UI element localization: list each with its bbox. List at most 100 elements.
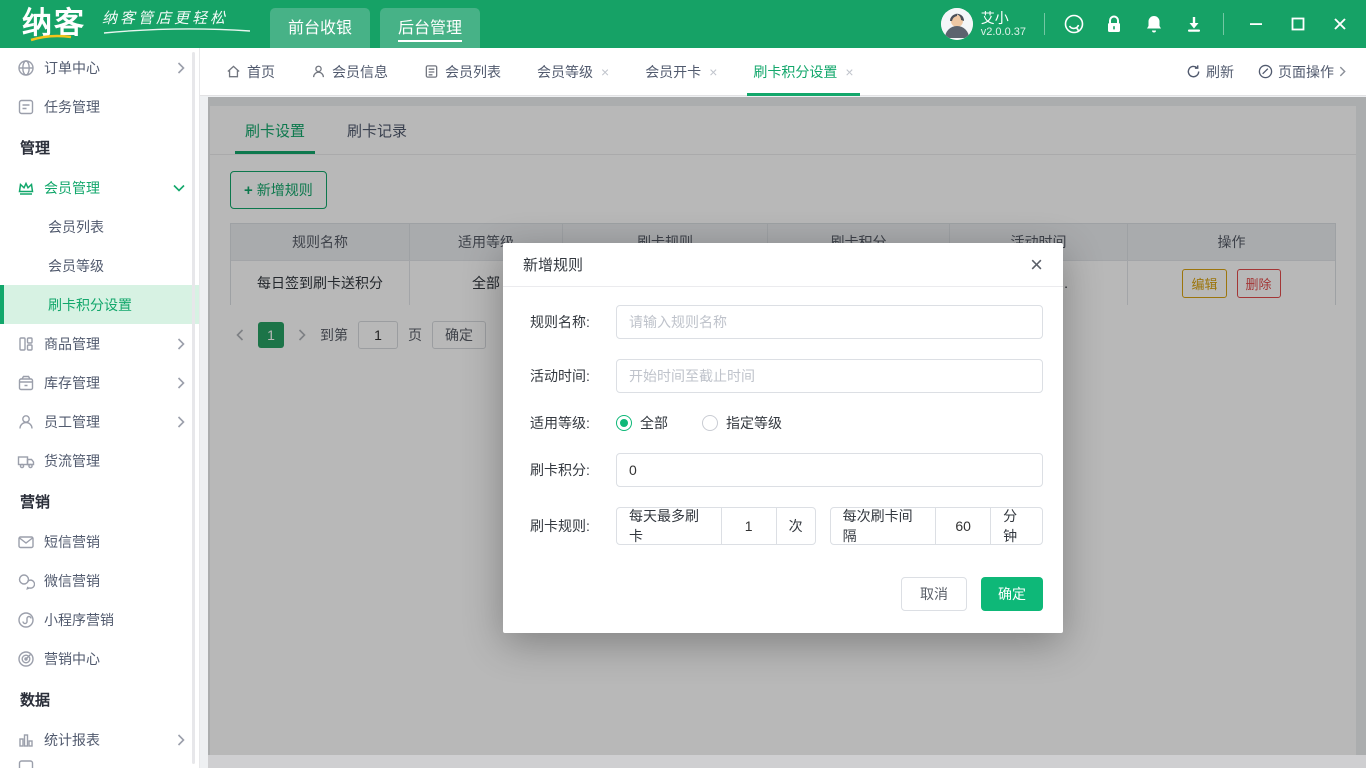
sidebar-section-manage: 管理: [0, 126, 199, 168]
radio-option-specified[interactable]: 指定等级: [702, 413, 782, 433]
rule-name-label: 规则名称:: [530, 312, 608, 332]
divider: [1223, 13, 1224, 35]
nav-backend-manage[interactable]: 后台管理: [380, 8, 480, 48]
tab-member-list[interactable]: 会员列表: [424, 48, 501, 96]
chevron-right-icon: [177, 338, 185, 350]
user-info: 艾小 v2.0.0.37: [981, 10, 1026, 38]
sidebar-item-logistics-manage[interactable]: 货流管理: [0, 441, 199, 480]
confirm-button[interactable]: 确定: [981, 577, 1043, 611]
page-operations-action[interactable]: 页面操作: [1258, 62, 1346, 82]
daily-max-unit: 次: [777, 508, 815, 544]
maximize-icon[interactable]: [1290, 16, 1306, 32]
brand-tagline: 纳客管店更轻松: [102, 7, 252, 35]
radio-selected-icon[interactable]: [616, 415, 632, 431]
daily-max-input[interactable]: [721, 508, 777, 544]
sidebar-item-sms-marketing[interactable]: 短信营销: [0, 522, 199, 561]
download-icon[interactable]: [1183, 13, 1205, 35]
modal-close-icon[interactable]: ×: [1030, 254, 1043, 276]
inventory-icon: [17, 374, 35, 392]
swipe-points-input[interactable]: [616, 453, 1043, 487]
tab-member-level[interactable]: 会员等级 ×: [537, 48, 609, 96]
close-tab-icon[interactable]: ×: [601, 64, 609, 80]
sidebar-item-goods-manage[interactable]: 商品管理: [0, 324, 199, 363]
bell-icon[interactable]: [1143, 13, 1165, 35]
close-icon[interactable]: [1332, 16, 1348, 32]
wechat-icon: [17, 572, 35, 590]
tab-member-info[interactable]: 会员信息: [311, 48, 388, 96]
tab-card-points-setting[interactable]: 刷卡积分设置 ×: [753, 48, 853, 96]
user-name: 艾小: [981, 10, 1026, 26]
modal-header: 新增规则 ×: [503, 243, 1063, 287]
radio-unselected-icon[interactable]: [702, 415, 718, 431]
field-swipe-rule: 刷卡规则: 每天最多刷卡 次 每次刷卡间隔 分钟: [530, 507, 1043, 545]
goods-icon: [17, 335, 35, 353]
refresh-icon: [1186, 64, 1201, 79]
close-tab-icon[interactable]: ×: [709, 64, 717, 80]
window-controls: [1248, 16, 1348, 32]
tabbar-actions: 刷新 页面操作: [1186, 62, 1346, 82]
sidebar-item-member-manage[interactable]: 会员管理: [0, 168, 199, 207]
sidebar: 订单中心 任务管理 管理 会员管理 会员列表 会员等级 刷卡积分设置 商品管理 …: [0, 48, 200, 768]
sidebar-section-marketing: 营销: [0, 480, 199, 522]
cancel-button[interactable]: 取消: [901, 577, 967, 611]
tagline-swoosh-icon: [102, 28, 252, 35]
sidebar-item-partial[interactable]: [0, 759, 199, 768]
sidebar-subitem-member-list[interactable]: 会员列表: [0, 207, 199, 246]
app-header: 纳客 纳客管店更轻松 前台收银 后台管理 艾小 v2.0.0.37: [0, 0, 1366, 48]
user-block[interactable]: 艾小 v2.0.0.37: [941, 8, 1026, 40]
radio-option-all[interactable]: 全部: [616, 413, 668, 433]
sidebar-item-marketing-center[interactable]: 营销中心: [0, 639, 199, 678]
field-active-time: 活动时间:: [530, 359, 1043, 393]
app-version: v2.0.0.37: [981, 26, 1026, 38]
sidebar-subitem-member-level[interactable]: 会员等级: [0, 246, 199, 285]
interval-unit: 分钟: [991, 508, 1042, 544]
chart-icon: [17, 731, 35, 749]
lock-icon[interactable]: [1103, 13, 1125, 35]
logo-swoosh-icon: [30, 34, 72, 42]
sidebar-scrollbar[interactable]: [192, 52, 195, 764]
sidebar-item-miniapp-marketing[interactable]: 小程序营销: [0, 600, 199, 639]
sidebar-item-inventory-manage[interactable]: 库存管理: [0, 363, 199, 402]
customer-service-icon[interactable]: [1063, 13, 1085, 35]
sidebar-item-wechat-marketing[interactable]: 微信营销: [0, 561, 199, 600]
chevron-right-icon: [177, 62, 185, 74]
modal-footer: 取消 确定: [503, 567, 1063, 633]
mail-icon: [17, 533, 35, 551]
globe-icon: [17, 59, 35, 77]
page-tabbar: 首页 会员信息 会员列表 会员等级 × 会员开卡 × 刷卡积分设置 × 刷新: [200, 48, 1366, 96]
page-operations-icon: [1258, 64, 1273, 79]
nav-front-cashier[interactable]: 前台收银: [270, 8, 370, 48]
truck-icon: [17, 452, 35, 470]
active-time-input[interactable]: [616, 359, 1043, 393]
tagline-text: 纳客管店更轻松: [102, 7, 252, 28]
refresh-action[interactable]: 刷新: [1186, 62, 1234, 82]
horizontal-scrollbar[interactable]: [208, 755, 1366, 768]
swipe-points-label: 刷卡积分:: [530, 460, 608, 480]
field-swipe-points: 刷卡积分:: [530, 453, 1043, 487]
rule-name-input[interactable]: [616, 305, 1043, 339]
daily-max-group: 每天最多刷卡 次: [616, 507, 816, 545]
crown-icon: [17, 179, 35, 197]
home-icon: [226, 64, 241, 79]
tab-home[interactable]: 首页: [226, 48, 275, 96]
chevron-right-icon: [177, 734, 185, 746]
sidebar-subitem-card-points-setting[interactable]: 刷卡积分设置: [0, 285, 199, 324]
close-tab-icon[interactable]: ×: [845, 64, 853, 80]
divider: [1044, 13, 1045, 35]
header-right: 艾小 v2.0.0.37: [941, 8, 1348, 40]
tab-member-card[interactable]: 会员开卡 ×: [645, 48, 717, 96]
chevron-right-icon: [177, 416, 185, 428]
brand-logo: 纳客: [22, 4, 86, 44]
header-nav: 前台收银 后台管理: [270, 0, 490, 48]
sidebar-item-order-center[interactable]: 订单中心: [0, 48, 199, 87]
interval-input[interactable]: [935, 508, 991, 544]
staff-icon: [17, 413, 35, 431]
sidebar-item-task-manage[interactable]: 任务管理: [0, 87, 199, 126]
list-icon: [424, 64, 439, 79]
sidebar-item-statistics-report[interactable]: 统计报表: [0, 720, 199, 759]
sidebar-item-staff-manage[interactable]: 员工管理: [0, 402, 199, 441]
chevron-right-icon: [177, 377, 185, 389]
minimize-icon[interactable]: [1248, 16, 1264, 32]
add-rule-modal: 新增规则 × 规则名称: 活动时间: 适用等级: 全部 指定等级 刷卡积分:: [503, 243, 1063, 633]
swipe-rule-label: 刷卡规则:: [530, 516, 608, 536]
